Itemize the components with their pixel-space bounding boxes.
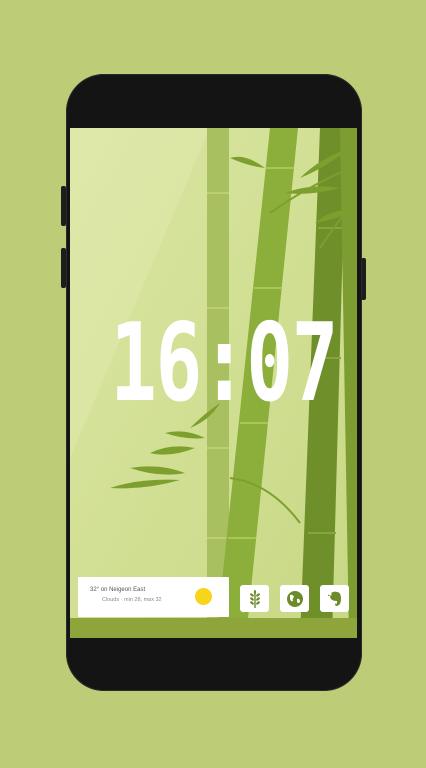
globe-icon (286, 590, 303, 607)
wheat-icon (249, 589, 260, 608)
weather-widget[interactable]: 32° on Neigeon East Clouds · min 28, max… (78, 577, 229, 617)
sun-icon (195, 588, 212, 605)
lock-screen: 16:07 32° on Neigeon East Clouds · min 2… (70, 128, 357, 638)
lockscreen-clock: 16:07 (110, 301, 338, 426)
weather-subtitle: Clouds · min 28, max 32 (102, 597, 162, 603)
evernote-app-button[interactable] (320, 585, 349, 612)
dock-background (70, 618, 357, 638)
weather-title: 32° on Neigeon East (90, 587, 146, 593)
evernote-icon (327, 591, 341, 606)
wheat-app-button[interactable] (240, 585, 269, 612)
browser-app-button[interactable] (280, 585, 309, 612)
